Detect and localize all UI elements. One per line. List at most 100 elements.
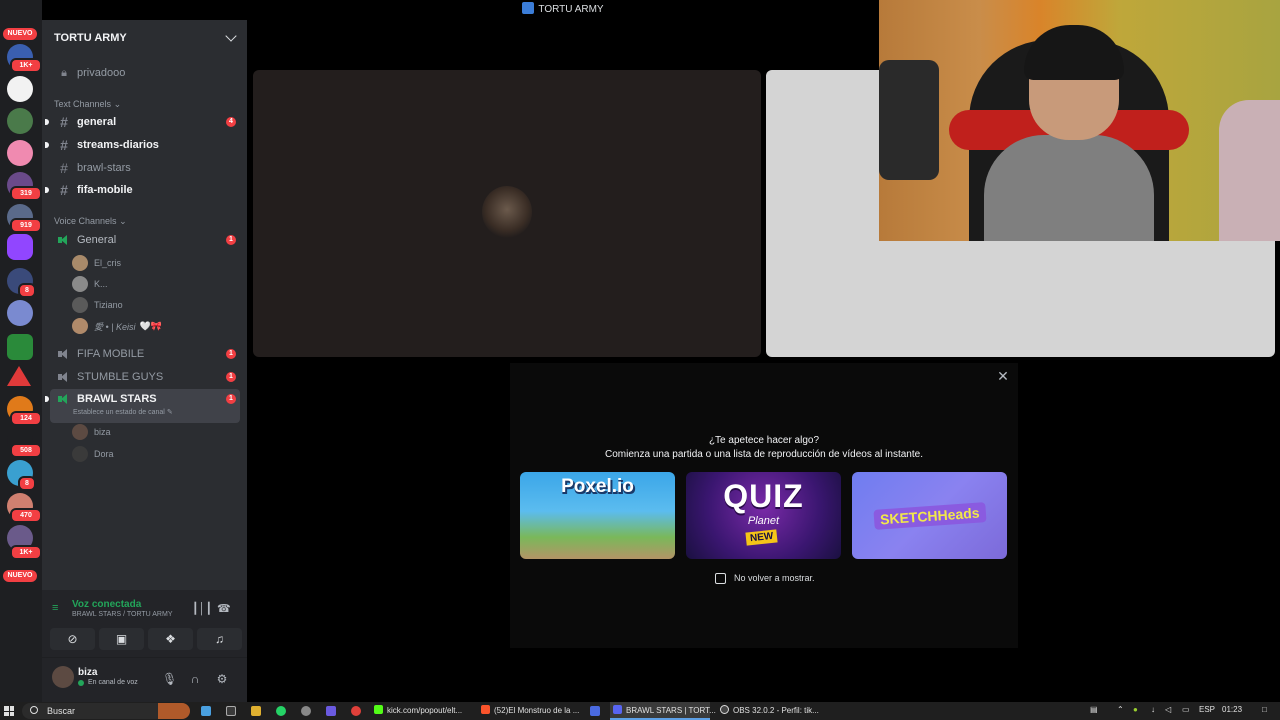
camera-off-button[interactable]: ⊘	[50, 628, 95, 650]
gamepad-icon[interactable]	[326, 706, 336, 716]
speaker-icon	[57, 392, 71, 406]
signal-icon[interactable]: ≡	[52, 602, 64, 614]
language-indicator[interactable]: ESP	[1199, 705, 1215, 714]
tray-widget-icon[interactable]: ▤	[1090, 705, 1098, 714]
activity-card-poxel[interactable]: Poxel.io	[520, 472, 675, 559]
server-badge: 508	[10, 443, 42, 458]
soundboard-icon: ♫	[215, 632, 224, 646]
voice-channel-path[interactable]: BRAWL STARS / TORTU ARMY	[72, 611, 172, 618]
category-text-channels[interactable]: Text Channels ⌄	[54, 99, 121, 110]
activities-icon: ❖	[165, 632, 176, 646]
server-icon[interactable]	[7, 76, 33, 102]
twitch-server-icon[interactable]	[7, 234, 33, 260]
soundboard-button[interactable]: ♫	[197, 628, 242, 650]
activity-card-quiz-planet[interactable]: QUIZ Planet NEW	[686, 472, 841, 559]
channel-streams-diarios[interactable]: # streams-diarios	[45, 135, 240, 155]
taskbar-item-kick[interactable]: kick.com/popout/elt...	[374, 705, 462, 715]
channel-status-prompt[interactable]: Establece un estado de canal ✎	[73, 408, 173, 416]
microphone-tray-icon[interactable]: ↓	[1151, 705, 1155, 714]
calculator-icon[interactable]	[226, 706, 236, 716]
vscode-icon[interactable]	[201, 706, 211, 716]
speaker-icon	[57, 347, 71, 361]
headphones-icon[interactable]: ∩	[188, 672, 202, 686]
voice-user[interactable]: 愛 • | Keisi 🤍🎀	[72, 316, 162, 336]
noise-suppression-icon[interactable]: ┃│┃	[192, 602, 212, 615]
microphone-stand	[879, 60, 939, 180]
streamer	[984, 25, 1154, 241]
dont-show-again-label[interactable]: No volver a mostrar.	[734, 573, 815, 583]
unread-indicator	[45, 119, 49, 125]
avatar	[72, 446, 88, 462]
kick-icon	[374, 705, 383, 714]
close-icon[interactable]: ✕	[996, 369, 1010, 383]
channel-brawl-stars[interactable]: # brawl-stars	[50, 158, 240, 178]
voice-channel-fifa-mobile[interactable]: FIFA MOBILE 1	[50, 344, 240, 364]
window-title: TORTU ARMY	[247, 0, 879, 20]
user-panel: biza En canal de voz 🎙︎ ∩ ⚙	[42, 658, 247, 702]
voice-user[interactable]: Dora	[72, 444, 114, 464]
server-badge: 124	[10, 411, 42, 426]
activities-button[interactable]: ❖	[148, 628, 193, 650]
unread-indicator	[45, 396, 49, 402]
chrome-icon[interactable]	[351, 706, 361, 716]
hash-icon: #	[60, 137, 68, 153]
voice-participant-tile[interactable]	[253, 70, 761, 357]
notification-icon[interactable]: □	[1262, 705, 1267, 714]
server-icon[interactable]	[7, 334, 33, 360]
activity-title: SKETCHHeads	[873, 502, 987, 530]
server-icon[interactable]	[7, 140, 33, 166]
voice-user[interactable]: Tiziano	[72, 295, 123, 315]
chevron-up-icon[interactable]: ⌃	[1117, 705, 1124, 714]
server-header[interactable]: TORTU ARMY	[42, 20, 247, 56]
file-explorer-icon[interactable]	[251, 706, 261, 716]
discord-window: NUEVO 1K+ 319 919 8 124 508 8 470 1K+ NU…	[0, 0, 1280, 720]
server-badge: 1K+	[10, 58, 42, 73]
avatar	[72, 255, 88, 271]
taskbar-item-obs[interactable]: OBS 32.0.2 - Perfil: tik...	[720, 705, 819, 715]
activity-card-sketch-heads[interactable]: SKETCHHeads	[852, 472, 1007, 559]
taskbar-item-brave[interactable]: (52)El Monstruo de la ...	[481, 705, 579, 715]
voice-channel-brawl-stars[interactable]: BRAWL STARS 1	[45, 389, 240, 409]
voice-channel-stumble-guys[interactable]: STUMBLE GUYS 1	[50, 367, 240, 387]
channel-general[interactable]: # general 4	[45, 112, 240, 132]
avatar	[72, 424, 88, 440]
windows-start-icon[interactable]	[4, 706, 14, 716]
voice-user[interactable]: biza	[72, 422, 111, 442]
avatar[interactable]	[52, 666, 74, 688]
voice-channel-general[interactable]: General 1	[50, 230, 240, 250]
server-icon[interactable]	[7, 300, 33, 326]
server-badge: 919	[10, 218, 42, 233]
taskbar-search[interactable]: Buscar	[22, 703, 190, 719]
gear-icon[interactable]: ⚙	[215, 672, 229, 686]
mention-badge: 1	[226, 394, 236, 404]
disconnect-icon[interactable]: ☎︎	[217, 602, 231, 615]
channel-fifa-mobile[interactable]: # fifa-mobile	[45, 180, 240, 200]
taskbar-item-discord[interactable]: BRAWL STARS | TORT...	[613, 705, 716, 715]
voice-status: Voz conectada	[72, 599, 142, 610]
mention-badge: 4	[226, 117, 236, 127]
voice-user[interactable]: El_cris	[72, 253, 121, 273]
settings-icon[interactable]	[301, 706, 311, 716]
category-voice-channels[interactable]: Voice Channels ⌄	[54, 216, 127, 227]
new-badge: NUEVO	[3, 28, 37, 40]
channel-privadooo[interactable]: 🔒︎ privadooo	[50, 63, 240, 83]
server-badge: 1K+	[10, 545, 42, 560]
tray-app-icon[interactable]: ●	[1133, 705, 1138, 714]
chevron-down-icon	[225, 30, 237, 42]
prompt-question: ¿Te apetece hacer algo?	[708, 435, 820, 446]
search-icon	[30, 706, 38, 714]
network-icon[interactable]: ▭	[1182, 705, 1190, 714]
whatsapp-icon[interactable]	[276, 706, 286, 716]
server-icon[interactable]	[7, 108, 33, 134]
clock[interactable]: 01:23	[1222, 705, 1242, 714]
microphone-icon[interactable]: 🎙︎	[162, 672, 177, 686]
dont-show-again-checkbox[interactable]	[715, 573, 726, 584]
watermelon-server-icon[interactable]	[7, 366, 31, 386]
server-badge: 8	[18, 283, 36, 298]
shield-icon[interactable]	[590, 706, 600, 716]
brave-icon	[481, 705, 490, 714]
screen-share-button[interactable]: ▣	[99, 628, 144, 650]
speaker-tray-icon[interactable]: ◁	[1165, 705, 1171, 714]
voice-user[interactable]: K...	[72, 274, 108, 294]
voice-connected-panel: ≡ Voz conectada BRAWL STARS / TORTU ARMY…	[42, 590, 247, 658]
